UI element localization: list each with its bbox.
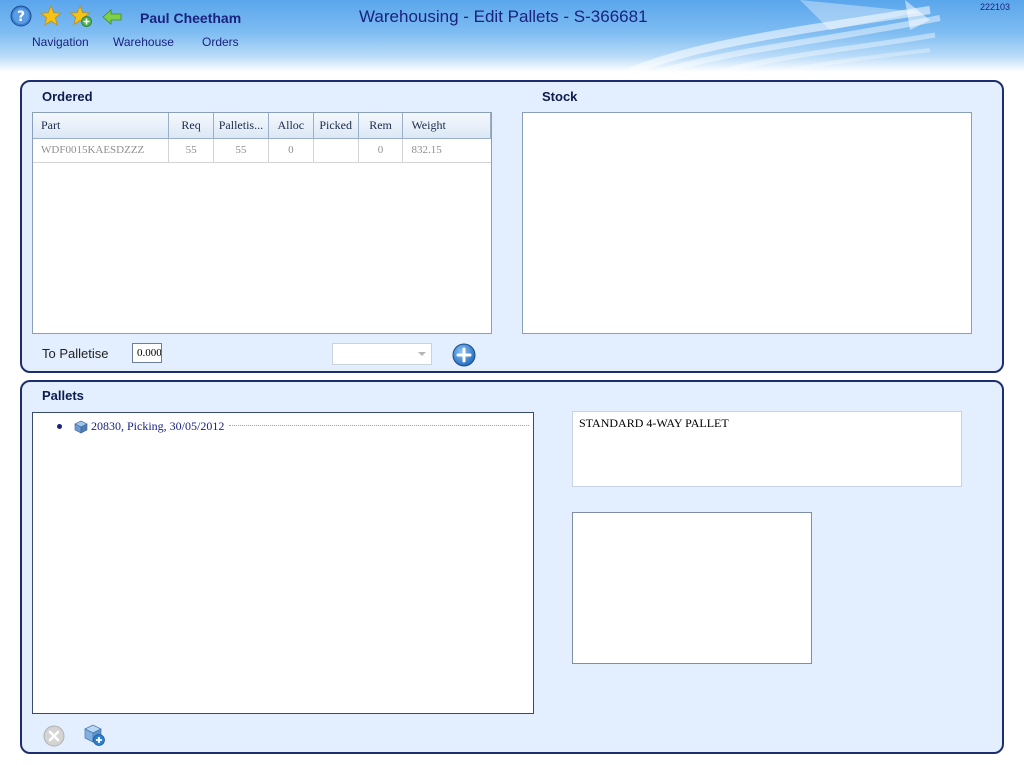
pallet-box-icon [74,420,88,433]
menu-warehouse[interactable]: Warehouse [113,35,174,49]
pallet-select-dropdown[interactable] [332,343,432,365]
app-header: ? Paul Cheetham Warehousing - Edit Palle… [0,0,1024,72]
pallet-type-text: STANDARD 4-WAY PALLET [579,416,729,430]
col-alloc[interactable]: Alloc [268,113,314,139]
col-rem[interactable]: Rem [358,113,404,139]
pallet-type-box[interactable]: STANDARD 4-WAY PALLET [572,411,962,487]
star-icon[interactable] [40,5,62,27]
menu-orders[interactable]: Orders [202,35,239,49]
cell-weight: 832.15 [402,138,491,163]
to-palletise-input[interactable]: 0.000 [132,343,162,363]
col-weight[interactable]: Weight [402,113,491,139]
delete-button[interactable] [42,724,66,748]
table-row[interactable]: WDF0015KAESDZZZ 55 55 0 0 832.15 [33,138,491,163]
page-title: Warehousing - Edit Pallets - S-366681 [359,7,648,26]
bullet-icon [57,424,62,429]
user-name: Paul Cheetham [140,10,242,26]
col-picked[interactable]: Picked [313,113,359,139]
add-button[interactable] [452,343,476,367]
tree-connector [229,425,529,426]
ordered-stock-panel: Ordered Stock Part Req Palletis... Alloc… [20,80,1004,373]
cell-part: WDF0015KAESDZZZ [33,138,170,163]
back-arrow-icon[interactable] [101,6,123,28]
stock-title: Stock [542,89,578,104]
cell-picked [313,138,359,163]
pallets-panel: Pallets 20830, Picking, 30/05/2012 STAND… [20,380,1004,754]
col-part[interactable]: Part [33,113,170,139]
tree-item-label: 20830, Picking, 30/05/2012 [91,419,225,433]
cell-rem: 0 [358,138,404,163]
pallets-title: Pallets [42,388,84,403]
build-number: 222103 [980,2,1011,12]
pallet-detail-box[interactable] [572,512,812,664]
stock-list[interactable] [522,112,972,334]
ordered-title: Ordered [42,89,93,104]
svg-text:?: ? [17,9,25,25]
col-req[interactable]: Req [168,113,214,139]
pallets-tree: 20830, Picking, 30/05/2012 [32,412,534,714]
cell-req: 55 [168,138,214,163]
cell-palletised: 55 [213,138,269,163]
to-palletise-label: To Palletise [42,346,109,361]
star-add-icon[interactable] [70,5,92,27]
ordered-grid: Part Req Palletis... Alloc Picked Rem We… [32,112,492,334]
swoosh-graphic [628,0,941,72]
ordered-table: Part Req Palletis... Alloc Picked Rem We… [33,113,491,163]
chevron-down-icon [418,352,426,356]
col-palletised[interactable]: Palletis... [213,113,269,139]
help-icon[interactable]: ? [10,5,32,27]
tree-item[interactable]: 20830, Picking, 30/05/2012 [57,419,224,434]
add-pallet-button[interactable] [82,723,106,747]
menu-navigation[interactable]: Navigation [32,35,89,49]
ordered-header-row: Part Req Palletis... Alloc Picked Rem We… [33,113,491,139]
cell-alloc: 0 [268,138,314,163]
